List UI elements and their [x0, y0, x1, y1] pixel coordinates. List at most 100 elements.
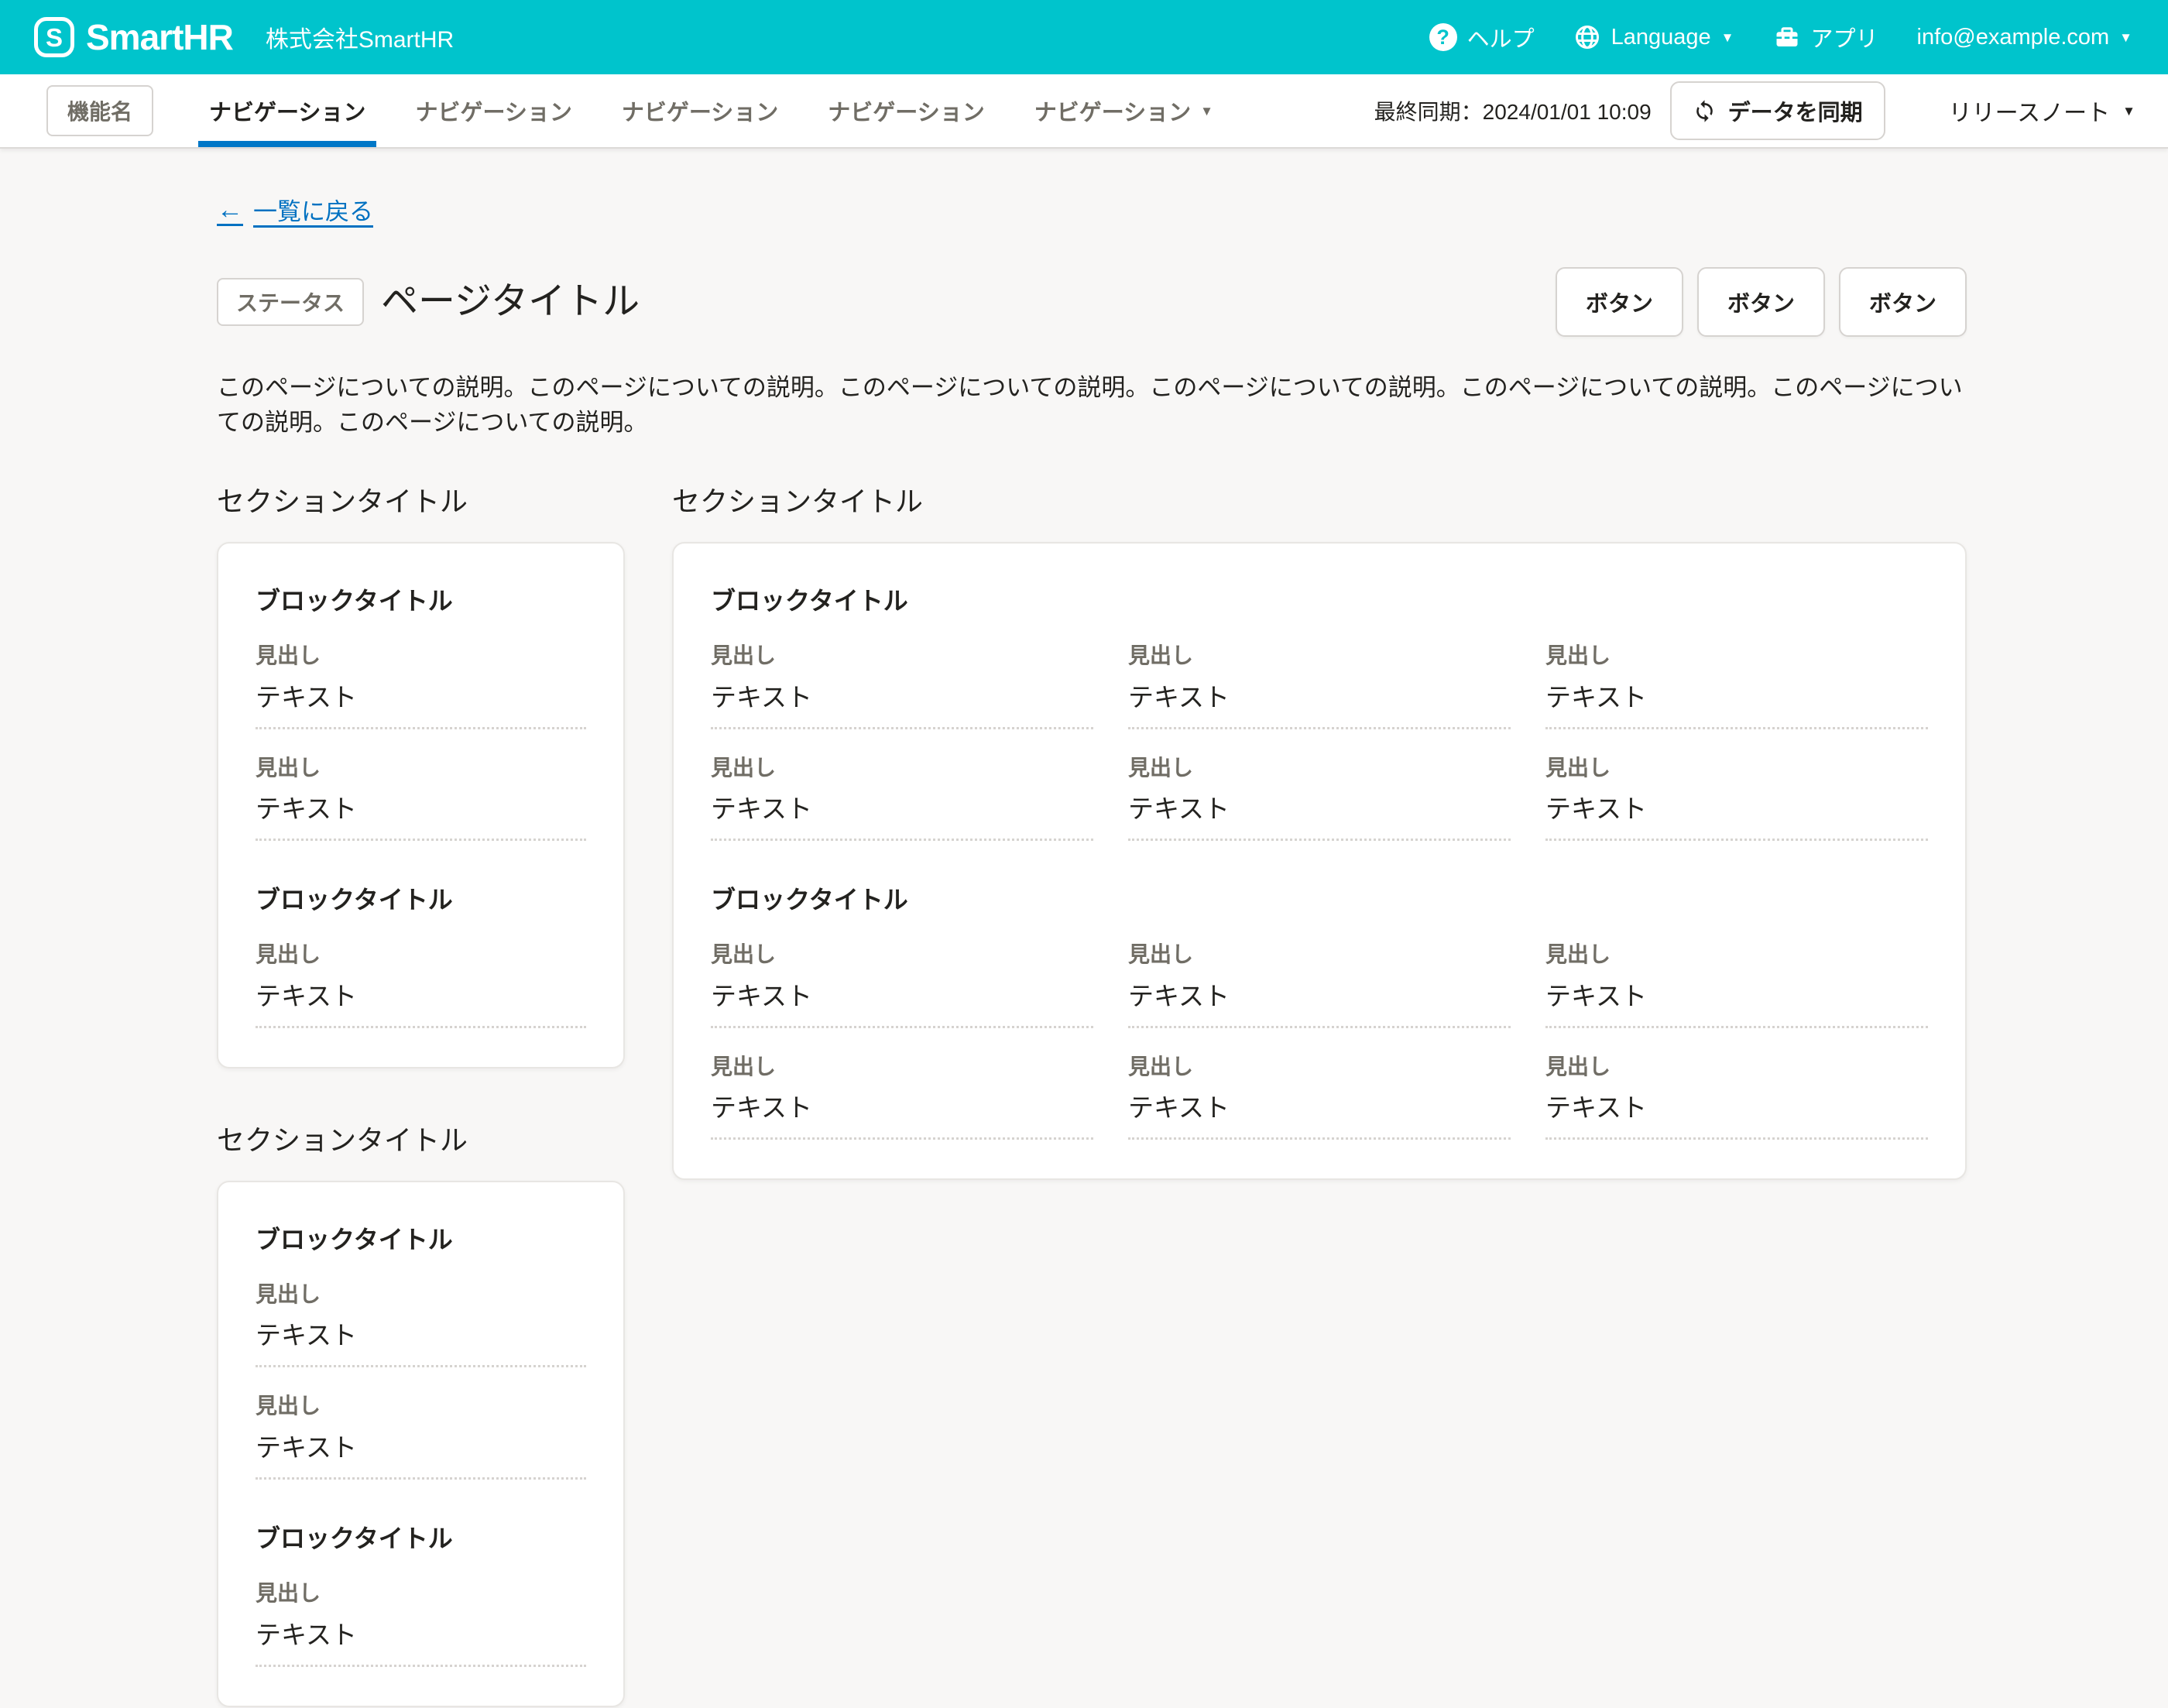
- field-label: 見出し: [1545, 642, 1928, 670]
- main-content: ← 一覧に戻る ステータス ページタイトル ボタン ボタン ボタン このページに…: [0, 149, 2168, 1707]
- field: 見出し テキスト: [1128, 1053, 1511, 1140]
- global-header-right: ? ヘルプ Language ▼ アプリ info@example.com: [1429, 21, 2132, 53]
- back-to-list-link[interactable]: ← 一覧に戻る: [217, 192, 373, 227]
- nav-right-area: 最終同期：2024/01/01 10:09 データを同期 リリースノート ▼: [1374, 74, 2168, 147]
- field-value: テキスト: [1128, 681, 1511, 715]
- field-label: 見出し: [1128, 1053, 1511, 1081]
- field-grid: 見出し テキスト 見出し テキスト 見出し テキスト: [711, 916, 1928, 1140]
- field-label: 見出し: [711, 754, 1093, 782]
- smarthr-logo-icon: S: [34, 17, 74, 57]
- sync-data-button-label: データを同期: [1728, 94, 1863, 127]
- nav-tab-4[interactable]: ナビゲーション: [803, 74, 1009, 147]
- sync-icon: [1693, 99, 1717, 123]
- left-column: セクションタイトル ブロックタイトル 見出し テキスト 見出し テキスト: [217, 484, 625, 1707]
- field: 見出し テキスト: [1545, 642, 1928, 729]
- nav-tab-5[interactable]: ナビゲーション ▼: [1010, 74, 1238, 147]
- section-title: セクションタイトル: [217, 484, 625, 520]
- section-title: セクションタイトル: [217, 1123, 625, 1159]
- field-value: テキスト: [256, 681, 586, 715]
- field: 見出し テキスト: [256, 1579, 586, 1666]
- field: 見出し テキスト: [1128, 754, 1511, 841]
- status-badge: ステータス: [217, 278, 364, 326]
- account-menu[interactable]: info@example.com ▼: [1917, 25, 2132, 50]
- field-value: テキスト: [256, 980, 586, 1013]
- nav-tab-1[interactable]: ナビゲーション: [184, 74, 390, 147]
- field-label: 見出し: [256, 1281, 586, 1308]
- field: 見出し テキスト: [711, 754, 1093, 841]
- nav-tab-label: ナビゲーション: [1034, 94, 1191, 127]
- field: 見出し テキスト: [1128, 941, 1511, 1027]
- arrow-left-icon: ←: [217, 197, 243, 223]
- field-label: 見出し: [1545, 1053, 1928, 1081]
- field-value: テキスト: [1128, 1092, 1511, 1125]
- block: ブロックタイトル 見出し テキスト 見出し テキスト: [256, 1224, 586, 1480]
- field: 見出し テキスト: [1545, 754, 1928, 841]
- feature-name-badge: 機能名: [46, 85, 153, 136]
- field-value: テキスト: [1545, 980, 1928, 1013]
- last-sync-timestamp: 最終同期：2024/01/01 10:09: [1374, 95, 1652, 126]
- smarthr-logo[interactable]: S SmartHR: [34, 16, 233, 58]
- account-email: info@example.com: [1917, 25, 2110, 50]
- language-label: Language: [1611, 25, 1711, 50]
- field-value: テキスト: [711, 681, 1093, 715]
- release-notes-menu[interactable]: リリースノート ▼: [1916, 94, 2168, 128]
- language-menu[interactable]: Language ▼: [1573, 23, 1734, 51]
- block-title: ブロックタイトル: [256, 1224, 586, 1257]
- page-title-row: ステータス ページタイトル ボタン ボタン ボタン: [217, 267, 1967, 337]
- block-title: ブロックタイトル: [711, 884, 1928, 917]
- help-label: ヘルプ: [1467, 21, 1535, 53]
- apps-menu[interactable]: アプリ: [1773, 21, 1878, 53]
- action-button-1[interactable]: ボタン: [1556, 267, 1683, 337]
- field-label: 見出し: [1128, 941, 1511, 969]
- smarthr-wordmark: SmartHR: [86, 16, 233, 58]
- block-title: ブロックタイトル: [256, 884, 586, 917]
- field: 見出し テキスト: [711, 642, 1093, 729]
- field-value: テキスト: [1128, 980, 1511, 1013]
- section-2: セクションタイトル ブロックタイトル 見出し テキスト 見出し テキスト: [672, 484, 1967, 1180]
- apps-label: アプリ: [1811, 21, 1878, 53]
- block: ブロックタイトル 見出し テキスト: [256, 884, 586, 1028]
- nav-tab-label: ナビゲーション: [622, 94, 778, 127]
- chevron-down-icon: ▼: [2119, 31, 2132, 44]
- sync-data-button[interactable]: データを同期: [1670, 81, 1885, 140]
- page-title: ページタイトル: [381, 280, 640, 323]
- field-label: 見出し: [1128, 642, 1511, 670]
- field-label: 見出し: [711, 642, 1093, 670]
- section-3-card: ブロックタイトル 見出し テキスト 見出し テキスト ブロックタイトル: [217, 1181, 625, 1707]
- chevron-down-icon: ▼: [1200, 105, 1213, 118]
- block: ブロックタイトル 見出し テキスト 見出し テキスト 見出し: [711, 585, 1928, 841]
- nav-tab-2[interactable]: ナビゲーション: [390, 74, 596, 147]
- field-value: テキスト: [256, 1619, 586, 1652]
- globe-icon: [1573, 23, 1601, 51]
- help-link[interactable]: ? ヘルプ: [1429, 21, 1535, 53]
- nav-tab-label: ナビゲーション: [209, 94, 365, 127]
- field-label: 見出し: [711, 941, 1093, 969]
- global-header-left: S SmartHR 株式会社SmartHR: [34, 16, 454, 58]
- block: ブロックタイトル 見出し テキスト 見出し テキスト: [256, 585, 586, 841]
- field-value: テキスト: [1545, 793, 1928, 826]
- field: 見出し テキスト: [256, 754, 586, 841]
- help-icon: ?: [1429, 23, 1457, 51]
- block: ブロックタイトル 見出し テキスト: [256, 1523, 586, 1667]
- field: 見出し テキスト: [711, 941, 1093, 1027]
- field-label: 見出し: [1545, 941, 1928, 969]
- section-1: セクションタイトル ブロックタイトル 見出し テキスト 見出し テキスト: [217, 484, 625, 1068]
- nav-tab-label: ナビゲーション: [828, 94, 984, 127]
- action-button-3[interactable]: ボタン: [1839, 267, 1967, 337]
- field-label: 見出し: [1128, 754, 1511, 782]
- block: ブロックタイトル 見出し テキスト 見出し テキスト 見出し: [711, 884, 1928, 1140]
- field-value: テキスト: [1545, 1092, 1928, 1125]
- toolbox-icon: [1773, 23, 1801, 51]
- page-action-buttons: ボタン ボタン ボタン: [1556, 267, 1967, 337]
- field-value: テキスト: [711, 1092, 1093, 1125]
- field-label: 見出し: [256, 754, 586, 782]
- field: 見出し テキスト: [711, 1053, 1093, 1140]
- nav-tabs: ナビゲーション ナビゲーション ナビゲーション ナビゲーション ナビゲーション …: [184, 74, 1238, 147]
- nav-tab-3[interactable]: ナビゲーション: [597, 74, 803, 147]
- chevron-down-icon: ▼: [2122, 105, 2135, 118]
- block-title: ブロックタイトル: [256, 1523, 586, 1555]
- field-grid: 見出し テキスト 見出し テキスト 見出し テキスト: [711, 617, 1928, 841]
- section-1-card: ブロックタイトル 見出し テキスト 見出し テキスト ブロックタイトル: [217, 542, 625, 1068]
- action-button-2[interactable]: ボタン: [1697, 267, 1825, 337]
- field-value: テキスト: [256, 793, 586, 826]
